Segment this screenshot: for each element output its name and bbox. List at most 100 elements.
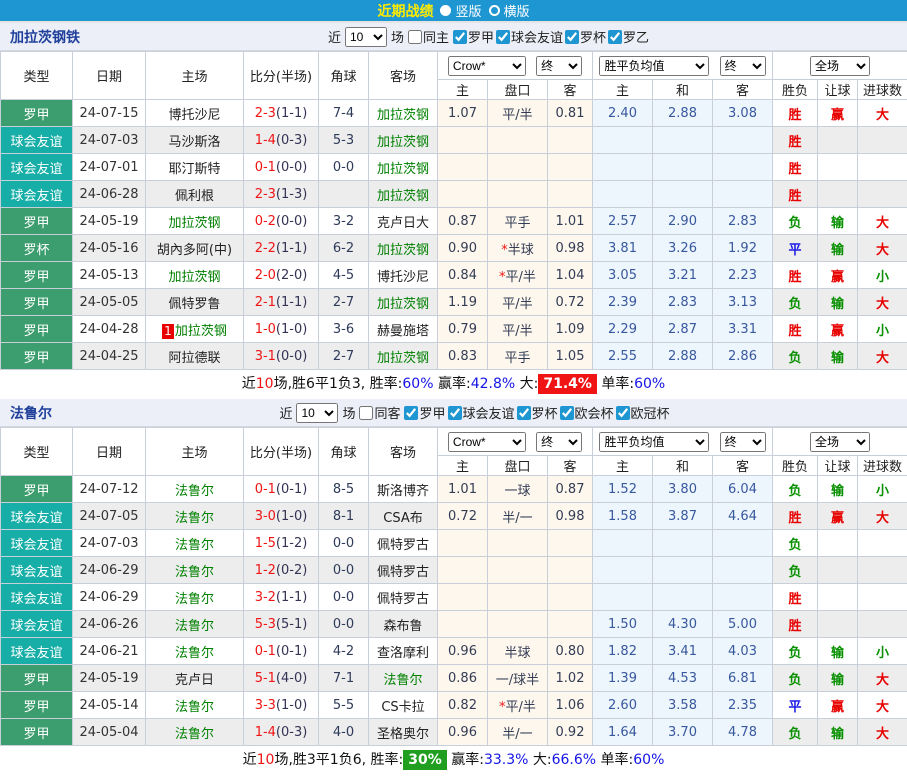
league-checkbox[interactable] [404,406,418,420]
col-goals: 进球数 [858,80,907,100]
crown-handicap-cell [488,557,548,584]
league-filter[interactable]: 欧会杯 [560,403,614,422]
score-cell: 2-0(2-0) [244,262,319,289]
result-cell: 胜 [773,127,818,154]
league-checkbox[interactable] [560,406,574,420]
league-checkbox[interactable] [616,406,630,420]
score-cell: 0-1(0-0) [244,154,319,181]
league-checkbox[interactable] [517,406,531,420]
score-cell: 5-1(4-0) [244,665,319,692]
result-group: 全场 [773,428,907,456]
league-checkbox[interactable] [565,30,579,44]
crown-home-odds-cell [438,557,488,584]
recent-results-page: 近期战绩 竖版 横版 加拉茨钢铁 近 10 场 同主 罗甲球会友谊罗杯罗乙 [0,0,907,775]
avg-draw-cell: 3.58 [653,692,713,719]
corner-cell: 4-5 [319,262,369,289]
avg-draw-cell: 2.87 [653,316,713,343]
goals-result-cell [858,181,907,208]
bookmaker-select[interactable]: Crow* [448,432,526,452]
league-filter[interactable]: 欧冠杯 [616,403,670,422]
goals-result-cell: 小 [858,316,907,343]
league-type-cell: 罗杯 [1,235,73,262]
crown-away-odds-cell: 1.02 [548,665,593,692]
league-filter[interactable]: 罗杯 [565,27,606,46]
same-venue-filter[interactable]: 同客 [359,403,400,422]
summary-segment: 大: [528,752,551,768]
league-checkbox[interactable] [496,30,510,44]
league-filter[interactable]: 罗杯 [517,403,558,422]
crown-away-odds-cell [548,611,593,638]
avg-home-cell [593,154,653,181]
away-team-cell: 加拉茨钢 [369,154,438,181]
avg-draw-cell [653,127,713,154]
home-team-cell: 克卢日 [146,665,244,692]
games-count-select[interactable]: 10 [296,403,338,423]
col-away: 客场 [369,428,438,476]
summary-segment: 33.3% [484,752,528,768]
final-avg-select[interactable]: 终 [720,56,766,76]
handicap-result-cell: 输 [818,665,858,692]
crown-away-odds-cell: 1.06 [548,692,593,719]
summary-segment: 赢率: [447,752,484,768]
corner-cell: 5-5 [319,692,369,719]
avg-away-cell [713,181,773,208]
full-match-select[interactable]: 全场 [810,432,870,452]
league-checkbox[interactable] [448,406,462,420]
handicap-result-cell: 输 [818,235,858,262]
crown-handicap-cell [488,530,548,557]
avg-away-cell: 6.81 [713,665,773,692]
avg-odds-select[interactable]: 胜平负均值 [599,56,709,76]
league-type-cell: 球会友谊 [1,638,73,665]
bookmaker-select[interactable]: Crow* [448,56,526,76]
handicap-result-cell [818,530,858,557]
home-team-cell: 加拉茨钢 [146,262,244,289]
match-row: 球会友谊24-07-03马沙斯洛1-4(0-3)5-3加拉茨钢胜 [1,127,907,154]
games-count-select[interactable]: 10 [345,27,387,47]
record-summary-farul: 近10场,胜3平1负6, 胜率:30% 赢率:33.3% 大:66.6% 单率:… [0,746,907,775]
summary-segment: 单率: [597,376,634,392]
col-odds-home: 主 [438,456,488,476]
same-venue-filter[interactable]: 同主 [408,27,449,46]
league-filter[interactable]: 球会友谊 [496,27,563,46]
date-cell: 24-06-29 [73,584,146,611]
league-type-cell: 罗甲 [1,100,73,127]
result-cell: 负 [773,476,818,503]
league-checkbox[interactable] [453,30,467,44]
league-filter[interactable]: 罗甲 [453,27,494,46]
league-type-cell: 球会友谊 [1,181,73,208]
crown-handicap-cell: *平/半 [488,262,548,289]
avg-odds-group: 胜平负均值 终 [593,428,773,456]
corner-cell: 0-0 [319,611,369,638]
col-odds-away: 客 [548,80,593,100]
col-corner: 角球 [319,428,369,476]
crown-handicap-cell [488,584,548,611]
avg-odds-select[interactable]: 胜平负均值 [599,432,709,452]
avg-away-cell [713,127,773,154]
full-match-select[interactable]: 全场 [810,56,870,76]
final-avg-select[interactable]: 终 [720,432,766,452]
layout-radio-vertical[interactable]: 竖版 [440,1,481,20]
same-venue-checkbox[interactable] [359,406,373,420]
league-filter[interactable]: 罗甲 [404,403,445,422]
corner-cell: 5-3 [319,127,369,154]
avg-home-cell [593,181,653,208]
final-odds-select[interactable]: 终 [536,432,582,452]
league-filter[interactable]: 球会友谊 [448,403,515,422]
summary-segment: 大: [515,376,538,392]
league-checkbox[interactable] [608,30,622,44]
page-title: 近期战绩 [377,1,433,21]
same-venue-checkbox[interactable] [408,30,422,44]
radio-selected-icon[interactable] [440,5,451,16]
score-cell: 2-2(1-1) [244,235,319,262]
date-cell: 24-06-28 [73,181,146,208]
radio-unselected-icon[interactable] [489,5,500,16]
league-filter[interactable]: 罗乙 [608,27,649,46]
away-team-cell: 斯洛博齐 [369,476,438,503]
home-team-cell: 佩特罗鲁 [146,289,244,316]
avg-home-cell: 1.50 [593,611,653,638]
layout-radio-horizontal[interactable]: 横版 [489,1,530,20]
final-odds-select[interactable]: 终 [536,56,582,76]
league-type-cell: 罗甲 [1,476,73,503]
handicap-result-cell [818,557,858,584]
avg-home-cell: 2.40 [593,100,653,127]
